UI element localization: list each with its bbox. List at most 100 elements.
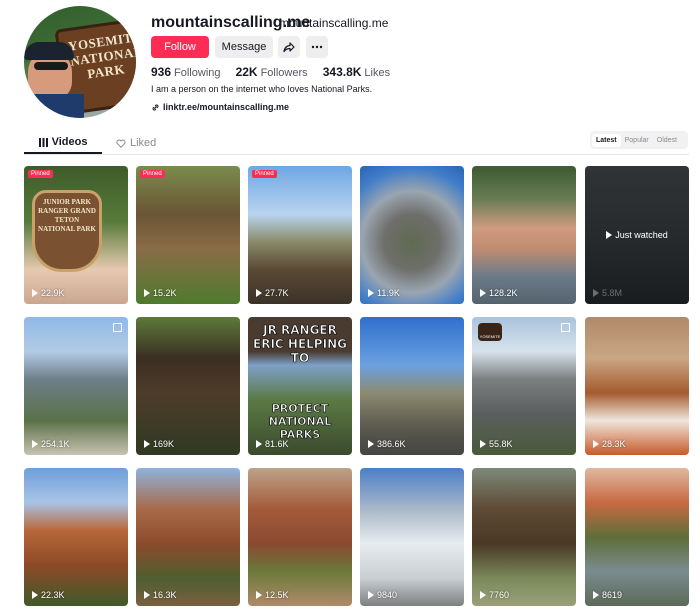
avatar-sign-text: YOSEMITE NATIONAL PARK bbox=[67, 28, 136, 82]
view-count-text: 5.8M bbox=[602, 288, 623, 298]
tab-videos-label: Videos bbox=[51, 136, 88, 148]
video-card[interactable]: 12.5K bbox=[248, 468, 352, 606]
view-count: 7760 bbox=[480, 590, 509, 600]
share-button[interactable] bbox=[278, 36, 300, 58]
tab-liked-label: Liked bbox=[130, 137, 157, 149]
video-card[interactable]: Just watched 5.8M bbox=[585, 166, 689, 304]
yosemite-logo: YOSEMITE bbox=[478, 323, 502, 341]
play-icon bbox=[368, 440, 374, 448]
play-icon bbox=[593, 591, 599, 599]
heart-icon bbox=[116, 139, 126, 148]
tab-liked[interactable]: Liked bbox=[102, 132, 170, 154]
bio: I am a person on the internet who loves … bbox=[151, 84, 373, 94]
play-icon bbox=[593, 440, 599, 448]
video-overlay-caption: PROTECT NATIONAL PARKS bbox=[268, 402, 332, 442]
view-count: 128.2K bbox=[480, 288, 518, 298]
tab-videos[interactable]: Videos bbox=[24, 132, 102, 154]
nickname: mountainscalling.me bbox=[279, 16, 389, 30]
pinned-badge: Pinned bbox=[28, 170, 53, 178]
follow-button[interactable]: Follow bbox=[151, 36, 209, 58]
play-icon bbox=[256, 440, 262, 448]
video-card[interactable]: 9840 bbox=[360, 468, 464, 606]
video-card[interactable]: JR RANGER ERIC HELPING TO PROTECT NATION… bbox=[248, 317, 352, 455]
play-icon bbox=[368, 591, 374, 599]
likes-label: Likes bbox=[364, 67, 391, 79]
video-card[interactable]: 128.2K bbox=[472, 166, 576, 304]
sort-popular[interactable]: Popular bbox=[621, 134, 653, 147]
sort-latest[interactable]: Latest bbox=[592, 133, 621, 147]
view-count: 15.2K bbox=[144, 288, 177, 298]
pinned-badge: Pinned bbox=[252, 170, 277, 178]
video-card[interactable]: YOSEMITE 55.8K bbox=[472, 317, 576, 455]
video-card[interactable]: Pinned 15.2K bbox=[136, 166, 240, 304]
video-card[interactable]: 254.1K bbox=[24, 317, 128, 455]
video-card[interactable]: JUNIOR PARK RANGER GRAND TETON NATIONAL … bbox=[24, 166, 128, 304]
video-card[interactable]: 169K bbox=[136, 317, 240, 455]
view-count-text: 22.9K bbox=[41, 288, 65, 298]
play-icon bbox=[606, 231, 613, 239]
photo-multi-icon bbox=[113, 323, 122, 332]
avatar-cap bbox=[24, 42, 74, 60]
view-count: 386.6K bbox=[368, 439, 406, 449]
play-icon bbox=[32, 591, 38, 599]
video-card[interactable]: 11.9K bbox=[360, 166, 464, 304]
video-card[interactable]: 22.3K bbox=[24, 468, 128, 606]
following-label[interactable]: Following bbox=[174, 67, 220, 79]
video-card[interactable]: 386.6K bbox=[360, 317, 464, 455]
link-icon bbox=[152, 103, 159, 111]
message-button[interactable]: Message bbox=[215, 36, 273, 58]
view-count-text: 128.2K bbox=[489, 288, 518, 298]
yosemite-logo-text: YOSEMITE bbox=[479, 334, 501, 339]
view-count-text: 8619 bbox=[602, 590, 623, 600]
view-count-text: 55.8K bbox=[489, 439, 513, 449]
more-icon bbox=[311, 45, 323, 49]
more-button[interactable] bbox=[306, 36, 328, 58]
video-card[interactable]: Pinned 27.7K bbox=[248, 166, 352, 304]
video-card[interactable]: 7760 bbox=[472, 468, 576, 606]
view-count-text: 27.7K bbox=[265, 288, 289, 298]
play-icon bbox=[480, 289, 486, 297]
sort-toggle: Latest Popular Oldest bbox=[590, 131, 688, 149]
play-icon bbox=[144, 591, 150, 599]
view-count: 27.7K bbox=[256, 288, 289, 298]
avatar[interactable]: YOSEMITE NATIONAL PARK bbox=[24, 6, 136, 118]
tabs-divider bbox=[24, 154, 689, 155]
profile-link-text[interactable]: linktr.ee/mountainscalling.me bbox=[163, 102, 289, 112]
play-icon bbox=[144, 289, 150, 297]
view-count: 16.3K bbox=[144, 590, 177, 600]
view-count: 22.9K bbox=[32, 288, 65, 298]
video-card[interactable]: 8619 bbox=[585, 468, 689, 606]
likes-count: 343.8K bbox=[322, 65, 362, 79]
play-icon bbox=[368, 289, 374, 297]
view-count: 11.9K bbox=[368, 288, 400, 298]
view-count: 9840 bbox=[368, 590, 397, 600]
view-count: 254.1K bbox=[32, 439, 70, 449]
avatar-sunglasses bbox=[34, 62, 68, 70]
view-count-text: 169K bbox=[153, 439, 175, 449]
play-icon bbox=[256, 591, 262, 599]
play-icon bbox=[32, 289, 38, 297]
play-icon bbox=[480, 440, 486, 448]
view-count-text: 12.5K bbox=[265, 590, 289, 600]
profile-tabs: Videos Liked bbox=[24, 132, 170, 154]
just-watched-label: Just watched bbox=[615, 230, 668, 240]
view-count-text: 16.3K bbox=[153, 590, 177, 600]
view-count-text: 22.3K bbox=[41, 590, 65, 600]
view-count: 55.8K bbox=[480, 439, 513, 449]
view-count-text: 28.3K bbox=[602, 439, 626, 449]
play-icon bbox=[32, 440, 38, 448]
grid-icon bbox=[38, 137, 48, 147]
followers-label[interactable]: Followers bbox=[261, 67, 308, 79]
sort-oldest[interactable]: Oldest bbox=[653, 134, 681, 147]
view-count-text: 81.6K bbox=[265, 439, 289, 449]
badge-text: JUNIOR PARK RANGER GRAND TETON NATIONAL … bbox=[38, 198, 96, 233]
share-icon bbox=[283, 42, 295, 53]
video-overlay-title: JR RANGER ERIC HELPING TO bbox=[253, 323, 348, 366]
video-card[interactable]: 28.3K bbox=[585, 317, 689, 455]
view-count: 28.3K bbox=[593, 439, 626, 449]
view-count: 169K bbox=[144, 439, 174, 449]
view-count-text: 11.9K bbox=[377, 288, 400, 298]
play-icon bbox=[593, 289, 599, 297]
video-card[interactable]: 16.3K bbox=[136, 468, 240, 606]
profile-link[interactable]: linktr.ee/mountainscalling.me bbox=[151, 102, 289, 112]
